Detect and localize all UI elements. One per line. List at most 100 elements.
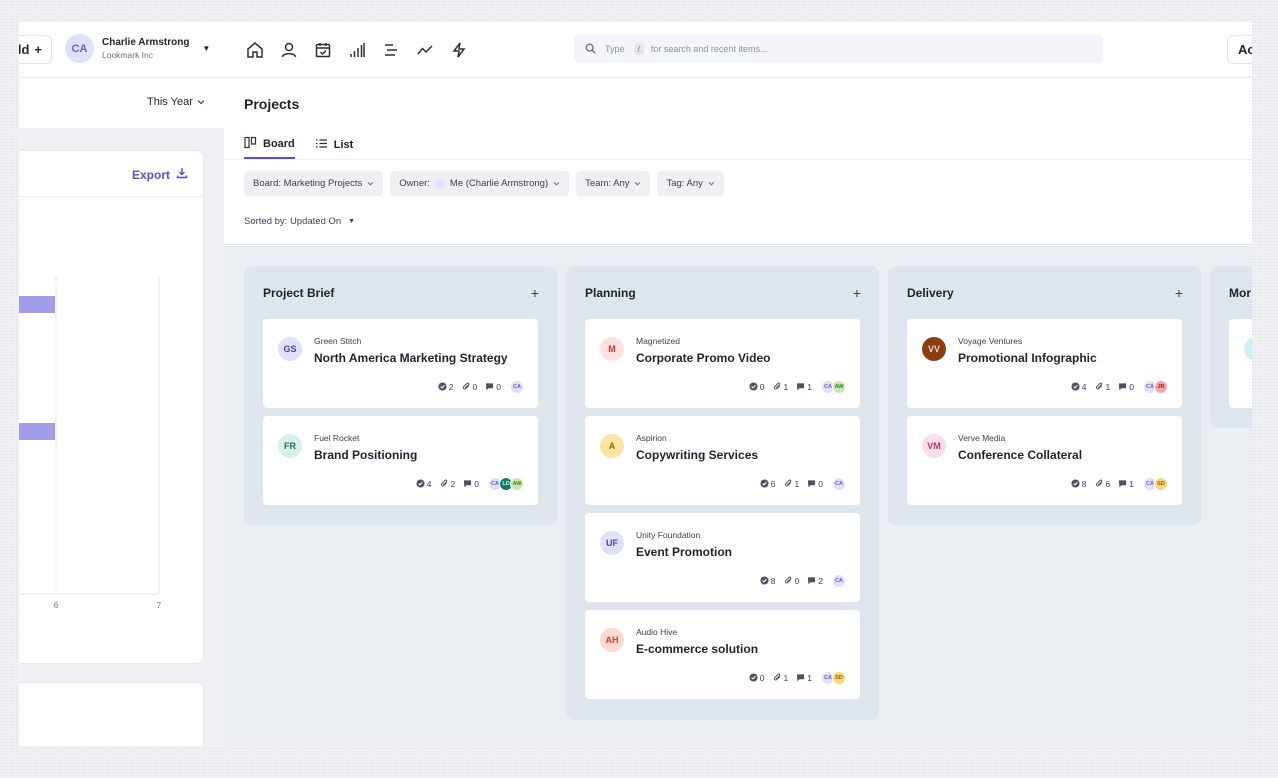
task-count: 2	[448, 382, 454, 392]
project-card[interactable]: AH Audio Hive E-commerce solution 0 1 1 …	[585, 610, 860, 699]
avatar: CA	[510, 380, 524, 394]
top-bar: dd + CA Charlie Armstrong Lookmark Inc ▼…	[19, 22, 1252, 78]
client-avatar: VV	[922, 337, 946, 361]
list-align-icon[interactable]	[380, 39, 401, 60]
comment-count: 0	[474, 479, 479, 489]
column-project-brief: Project Brief + GS Green Stitch North Am…	[244, 266, 557, 525]
board-filter[interactable]: Board: Marketing Projects	[244, 171, 384, 196]
card-title: Promotional Infographic	[958, 351, 1097, 365]
task-count: 0	[759, 673, 765, 683]
project-card[interactable]: VV Voyage Ventures Promotional Infograph…	[907, 319, 1182, 408]
owner-filter-value: Me (Charlie Armstrong)	[449, 178, 549, 189]
avatar: CA	[832, 477, 846, 491]
period-select[interactable]: This Year	[147, 96, 205, 108]
check-circle-icon	[416, 478, 425, 490]
comment-icon	[796, 673, 805, 684]
paperclip-icon	[773, 382, 782, 393]
report-chart-card: Export 6 7	[19, 150, 204, 664]
client-name: Unity Foundation	[636, 530, 701, 540]
attachment-count: 1	[783, 382, 789, 392]
report-panel: This Year Export 6 7	[19, 78, 224, 746]
column-title: Planning	[585, 285, 636, 300]
column-delivery: Delivery + VV Voyage Ventures Promotiona…	[888, 266, 1201, 525]
project-card[interactable]: FR Fuel Rocket Brand Positioning 4 2 0 C…	[263, 416, 538, 505]
paperclip-icon	[462, 382, 471, 393]
card-meta: 4 2 0 CA LD AW	[416, 477, 524, 491]
add-button[interactable]: dd +	[19, 35, 52, 64]
chevron-down-icon	[634, 178, 641, 189]
person-icon[interactable]	[278, 39, 299, 60]
client-avatar: VM	[922, 434, 946, 458]
lightning-icon[interactable]	[448, 39, 469, 60]
client-avatar: A	[600, 434, 624, 458]
project-card[interactable]: VM Verve Media Conference Collateral 8 6…	[907, 416, 1182, 505]
list-icon	[315, 137, 328, 153]
bar-chart-icon[interactable]	[346, 39, 367, 60]
client-name: Aspirion	[636, 433, 667, 443]
member-avatars: CA AW	[821, 380, 846, 394]
owner-filter-prefix: Owner:	[399, 178, 430, 189]
client-name: Verve Media	[958, 433, 1006, 443]
task-count: 4	[426, 479, 432, 489]
comment-count: 2	[818, 576, 823, 586]
project-card[interactable]: GS Green Stitch North America Marketing …	[263, 319, 538, 408]
sort-select[interactable]: Sorted by: Updated On ▼	[244, 216, 355, 227]
trend-line-icon[interactable]	[414, 39, 435, 60]
check-circle-icon	[749, 672, 758, 684]
card-meta: 8 6 1 CA SD	[1071, 477, 1168, 491]
x-tick-7: 7	[157, 601, 162, 610]
tag-filter-label: Tag: Any	[666, 178, 703, 189]
chevron-down-icon	[553, 178, 560, 189]
attachment-count: 6	[1105, 479, 1111, 489]
task-count: 0	[759, 382, 765, 392]
project-card[interactable]: UF Unity Foundation Event Promotion 8 0 …	[585, 513, 860, 602]
project-card[interactable]: A Aspirion Copywriting Services 6 1 0 CA	[585, 416, 860, 505]
avatar: AW	[832, 380, 846, 394]
tab-board[interactable]: Board	[244, 130, 295, 159]
add-card-icon[interactable]: +	[531, 285, 539, 301]
search-input[interactable]: Type / for search and recent items...	[574, 35, 1103, 63]
comment-count: 0	[496, 382, 501, 392]
caret-down-icon[interactable]: ▼	[202, 44, 210, 53]
add-card-icon[interactable]: +	[1175, 285, 1183, 301]
action-button[interactable]: Ac	[1227, 35, 1252, 64]
client-name: Voyage Ventures	[958, 336, 1023, 346]
bar-1	[19, 296, 55, 313]
member-avatars: CA	[832, 574, 846, 588]
attachment-count: 2	[450, 479, 456, 489]
user-menu[interactable]: CA Charlie Armstrong Lookmark Inc ▼	[65, 34, 210, 63]
project-card[interactable]: M Magnetized Corporate Promo Video 0 1 1…	[585, 319, 860, 408]
card-title: North America Marketing Strategy	[314, 351, 508, 365]
tab-board-label: Board	[263, 137, 295, 150]
comment-icon	[1118, 382, 1127, 393]
client-avatar: FR	[278, 434, 302, 458]
column-title: Delivery	[907, 285, 954, 300]
card-meta: 0 1 1 CA AW	[749, 380, 846, 394]
check-circle-icon	[760, 575, 769, 587]
home-icon[interactable]	[244, 39, 265, 60]
team-filter[interactable]: Team: Any	[576, 171, 651, 196]
task-count: 6	[770, 479, 776, 489]
calendar-icon[interactable]	[312, 39, 333, 60]
member-avatars: CA JR	[1143, 380, 1168, 394]
main-nav	[244, 39, 469, 60]
bar-2	[19, 423, 55, 440]
card-meta: 2 0 0 CA	[438, 380, 524, 394]
sort-label: Sorted by: Updated On	[244, 216, 342, 227]
tag-filter[interactable]: Tag: Any	[657, 171, 724, 196]
check-circle-icon	[760, 478, 769, 490]
card-meta: 6 1 0 CA	[760, 477, 846, 491]
avatar: AW	[510, 477, 524, 491]
paperclip-icon	[784, 576, 793, 587]
tab-list[interactable]: List	[315, 130, 353, 159]
check-circle-icon	[1071, 478, 1080, 490]
search-shortcut-key: /	[633, 43, 644, 55]
add-label: dd	[19, 42, 30, 57]
add-card-icon[interactable]: +	[853, 285, 861, 301]
avatar: JR	[1154, 380, 1168, 394]
board-icon	[244, 136, 257, 152]
project-card[interactable]	[1229, 319, 1252, 408]
comment-count: 0	[818, 479, 823, 489]
owner-filter[interactable]: Owner: Me (Charlie Armstrong)	[390, 171, 570, 196]
task-count: 8	[1081, 479, 1087, 489]
